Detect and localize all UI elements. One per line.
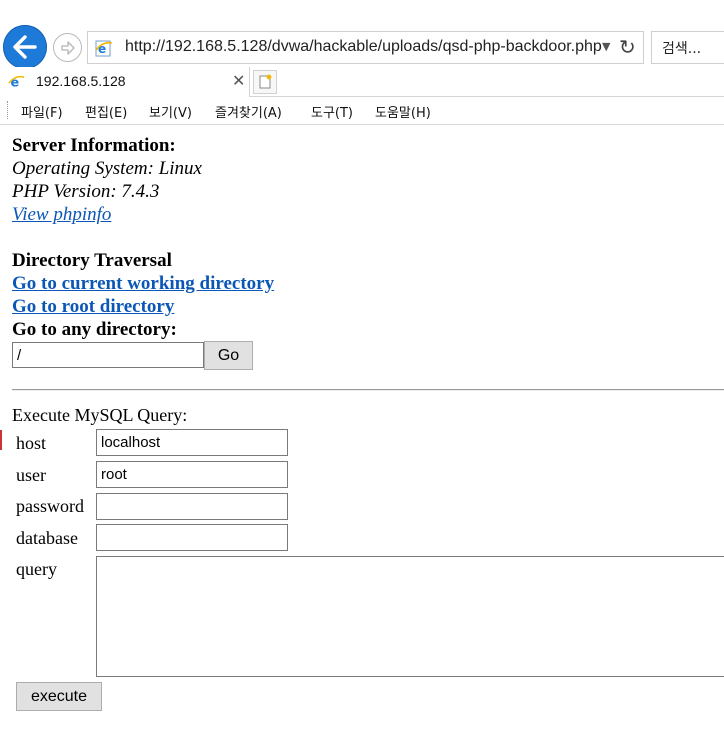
password-input[interactable] bbox=[96, 493, 288, 520]
execute-button[interactable]: execute bbox=[16, 682, 102, 711]
query-label: query bbox=[16, 559, 57, 579]
menu-bar: 파일(F) 편집(E) 보기(V) 즐겨찾기(A) 도구(T) 도움말(H) bbox=[0, 97, 724, 125]
mysql-heading: Execute MySQL Query: bbox=[12, 405, 188, 425]
user-input[interactable] bbox=[96, 461, 288, 488]
go-button[interactable]: Go bbox=[204, 341, 253, 370]
arrow-left-icon bbox=[13, 35, 37, 59]
refresh-icon[interactable]: ↻ bbox=[619, 37, 636, 57]
query-textarea[interactable] bbox=[96, 556, 724, 677]
os-info: Operating System: Linux bbox=[12, 158, 202, 179]
any-dir-label: Go to any directory: bbox=[12, 319, 177, 340]
host-input[interactable] bbox=[96, 429, 288, 456]
address-bar[interactable]: e http://192.168.5.128/dvwa/hackable/upl… bbox=[87, 31, 644, 64]
password-label: password bbox=[16, 496, 84, 516]
browser-chrome: e http://192.168.5.128/dvwa/hackable/upl… bbox=[0, 0, 724, 125]
tab-title: 192.168.5.128 bbox=[36, 73, 126, 89]
menu-file[interactable]: 파일(F) bbox=[21, 102, 63, 121]
divider bbox=[12, 389, 724, 391]
arrow-right-icon bbox=[61, 41, 75, 55]
cwd-link[interactable]: Go to current working directory bbox=[12, 273, 274, 295]
page-content: Server Information: Operating System: Li… bbox=[0, 125, 724, 733]
ie-page-icon: e bbox=[95, 40, 113, 57]
forward-button[interactable] bbox=[53, 33, 82, 62]
database-label: database bbox=[16, 528, 78, 548]
new-tab-icon bbox=[259, 74, 272, 89]
back-button[interactable] bbox=[3, 25, 47, 69]
search-box[interactable]: 검색... bbox=[651, 31, 724, 64]
database-input[interactable] bbox=[96, 524, 288, 551]
user-label: user bbox=[16, 465, 46, 485]
tab-strip: e 192.168.5.128 ✕ bbox=[0, 67, 724, 97]
menu-edit[interactable]: 편집(E) bbox=[85, 102, 127, 121]
directory-input[interactable] bbox=[12, 342, 204, 368]
root-dir-link[interactable]: Go to root directory bbox=[12, 296, 174, 318]
php-version: PHP Version: 7.4.3 bbox=[12, 181, 160, 202]
menu-favorites[interactable]: 즐겨찾기(A) bbox=[215, 102, 282, 121]
ie-tab-icon: e bbox=[8, 76, 25, 90]
chevron-down-icon[interactable]: ▼ bbox=[602, 40, 610, 53]
server-info-heading: Server Information: bbox=[12, 135, 176, 156]
search-placeholder: 검색... bbox=[662, 41, 702, 57]
phpinfo-link[interactable]: View phpinfo bbox=[12, 204, 111, 226]
tab-active[interactable]: e 192.168.5.128 ✕ bbox=[0, 67, 250, 97]
address-url[interactable]: http://192.168.5.128/dvwa/hackable/uploa… bbox=[125, 38, 602, 56]
new-tab-button[interactable] bbox=[253, 70, 277, 94]
menu-tools[interactable]: 도구(T) bbox=[311, 102, 353, 121]
menu-view[interactable]: 보기(V) bbox=[149, 102, 192, 121]
host-label: host bbox=[16, 433, 47, 453]
edge-marker bbox=[0, 430, 2, 450]
directory-heading: Directory Traversal bbox=[12, 250, 172, 271]
menu-grip bbox=[7, 101, 10, 119]
close-icon[interactable]: ✕ bbox=[232, 71, 245, 90]
menu-help[interactable]: 도움말(H) bbox=[375, 102, 431, 121]
